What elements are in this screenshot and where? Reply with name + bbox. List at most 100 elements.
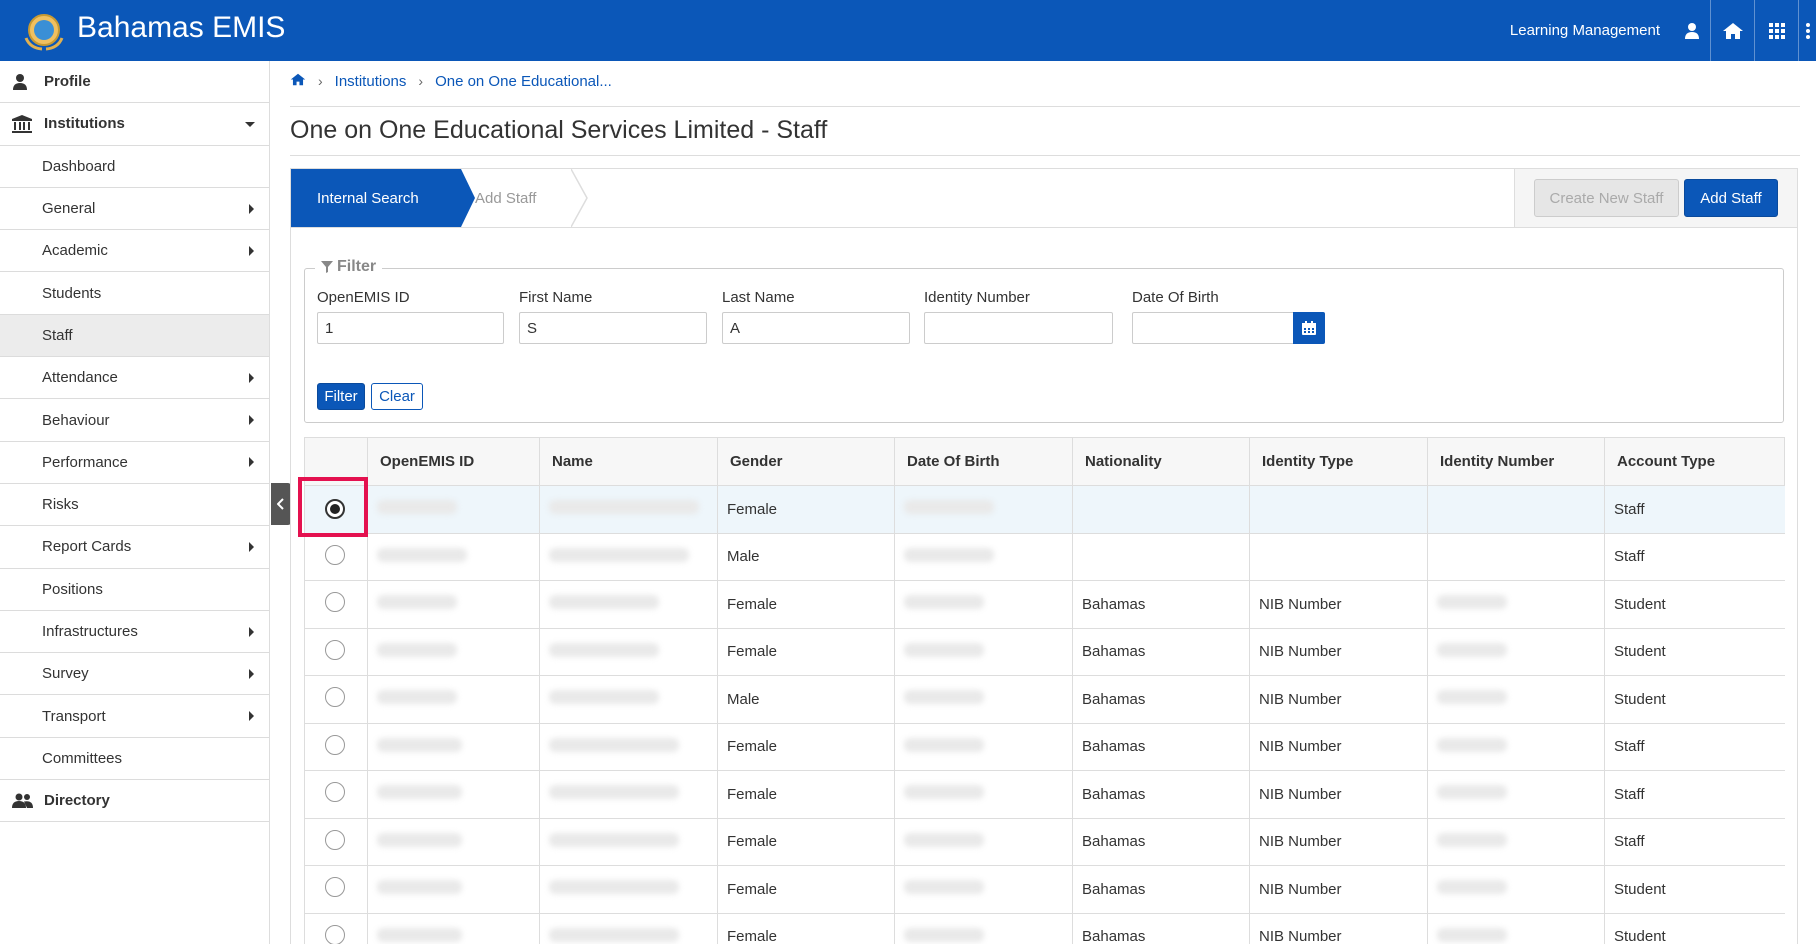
user-icon[interactable] <box>1674 0 1710 61</box>
redacted-value <box>904 690 984 705</box>
clear-button[interactable]: Clear <box>371 383 423 410</box>
gender-cell: Female <box>717 628 895 676</box>
table-row[interactable]: Female Bahamas NIB Number Staff <box>304 723 1785 771</box>
app-title[interactable]: Bahamas EMIS <box>77 11 285 45</box>
row-radio[interactable] <box>325 639 345 660</box>
identity-number-input[interactable] <box>924 312 1113 344</box>
home-icon[interactable] <box>1710 0 1754 61</box>
last-name-input[interactable]: A <box>722 312 910 344</box>
identity-type-cell <box>1249 485 1428 534</box>
sidebar-collapse-button[interactable] <box>271 483 291 525</box>
redacted-value <box>377 642 457 657</box>
add-staff-button[interactable]: Add Staff <box>1684 179 1778 217</box>
row-radio[interactable] <box>325 544 345 565</box>
sidebar-item-performance[interactable]: Performance <box>0 442 269 484</box>
row-select-cell <box>304 580 368 629</box>
breadcrumb: › Institutions › One on One Educational.… <box>290 73 1800 107</box>
redacted-value <box>1437 690 1507 705</box>
table-row[interactable]: Female Bahamas NIB Number Staff <box>304 770 1785 819</box>
caret-right-icon <box>249 245 254 256</box>
logo-seal-icon <box>24 14 64 51</box>
openemis-id-cell <box>367 723 540 771</box>
home-icon[interactable] <box>290 73 306 90</box>
sidebar-item-staff[interactable]: Staff <box>0 314 269 358</box>
name-cell <box>539 675 718 724</box>
table-row[interactable]: Female Bahamas NIB Number Staff <box>304 818 1785 866</box>
account-type-cell: Student <box>1604 675 1785 724</box>
nationality-cell: Bahamas <box>1072 818 1250 866</box>
sidebar-item-label: Directory <box>44 792 110 810</box>
module-label[interactable]: Learning Management <box>1510 22 1660 39</box>
row-radio[interactable] <box>325 687 345 708</box>
sidebar-item-label: Staff <box>42 326 73 344</box>
grid-icon[interactable] <box>1754 0 1798 61</box>
redacted-value <box>549 500 699 515</box>
sidebar-item-committees[interactable]: Committees <box>0 738 269 781</box>
identity-type-cell: NIB Number <box>1249 865 1428 914</box>
row-radio[interactable] <box>325 924 345 944</box>
row-radio[interactable] <box>325 877 345 898</box>
sidebar-item-students[interactable]: Students <box>0 272 269 315</box>
sidebar-item-label: Profile <box>44 73 91 91</box>
filter-button[interactable]: Filter <box>317 383 365 410</box>
redacted-value <box>377 500 457 515</box>
sidebar-item-behaviour[interactable]: Behaviour <box>0 399 269 442</box>
sidebar-item-institutions[interactable]: Institutions <box>0 103 269 146</box>
row-radio[interactable] <box>325 734 345 755</box>
sidebar-item-academic[interactable]: Academic <box>0 230 269 273</box>
dob-label: Date Of Birth <box>1132 289 1219 306</box>
sidebar-item-general[interactable]: General <box>0 188 269 231</box>
first-name-input[interactable]: S <box>519 312 707 344</box>
table-row[interactable]: Female Bahamas NIB Number Student <box>304 913 1785 944</box>
identity-type-cell: NIB Number <box>1249 818 1428 866</box>
sidebar-item-report-cards[interactable]: Report Cards <box>0 526 269 569</box>
create-new-staff-button[interactable]: Create New Staff <box>1534 179 1679 217</box>
row-radio[interactable] <box>325 829 345 850</box>
sidebar-item-infrastructures[interactable]: Infrastructures <box>0 611 269 654</box>
openemis-id-cell <box>367 913 540 944</box>
identity-number-cell <box>1427 675 1605 724</box>
gender-cell: Female <box>717 865 895 914</box>
identity-number-cell <box>1427 913 1605 944</box>
dob-cell <box>894 818 1073 866</box>
more-vertical-icon[interactable] <box>1798 0 1816 61</box>
sidebar-item-dashboard[interactable]: Dashboard <box>0 146 269 188</box>
sidebar-item-attendance[interactable]: Attendance <box>0 357 269 400</box>
wizard-step-internal-search[interactable]: Internal Search <box>291 169 475 227</box>
row-radio[interactable] <box>325 782 345 803</box>
identity-type-cell: NIB Number <box>1249 723 1428 771</box>
name-cell <box>539 485 718 534</box>
row-select-cell <box>304 533 368 581</box>
sidebar-item-transport[interactable]: Transport <box>0 695 269 738</box>
sidebar-item-label: Institutions <box>44 115 125 133</box>
openemis-id-cell <box>367 770 540 819</box>
row-radio[interactable] <box>325 592 345 613</box>
table-row[interactable]: Male Bahamas NIB Number Student <box>304 675 1785 724</box>
table-row[interactable]: Male Staff <box>304 533 1785 581</box>
row-select-cell <box>304 770 368 819</box>
table-row[interactable]: Female Bahamas NIB Number Student <box>304 628 1785 676</box>
table-row[interactable]: Female Staff <box>304 485 1785 534</box>
breadcrumb-separator: › <box>418 73 424 89</box>
breadcrumb-institutions[interactable]: Institutions <box>335 73 407 90</box>
redacted-value <box>904 737 984 752</box>
redacted-value <box>549 785 679 800</box>
column-header: Identity Number <box>1427 437 1605 486</box>
sidebar-item-label: Dashboard <box>42 157 116 175</box>
calendar-button[interactable] <box>1293 312 1325 344</box>
page-title: One on One Educational Services Limited … <box>290 116 1800 156</box>
sidebar-item-directory[interactable]: Directory <box>0 780 269 823</box>
dob-cell <box>894 770 1073 819</box>
caret-right-icon <box>249 203 254 214</box>
breadcrumb-current[interactable]: One on One Educational... <box>435 73 612 90</box>
dob-input[interactable] <box>1132 312 1294 344</box>
openemis-id-input[interactable]: 1 <box>317 312 504 344</box>
sidebar-item-positions[interactable]: Positions <box>0 569 269 611</box>
caret-right-icon <box>249 415 254 426</box>
sidebar-item-profile[interactable]: Profile <box>0 61 269 104</box>
sidebar-item-risks[interactable]: Risks <box>0 484 269 527</box>
table-row[interactable]: Female Bahamas NIB Number Student <box>304 865 1785 914</box>
table-row[interactable]: Female Bahamas NIB Number Student <box>304 580 1785 629</box>
gender-cell: Female <box>717 913 895 944</box>
sidebar-item-survey[interactable]: Survey <box>0 653 269 696</box>
